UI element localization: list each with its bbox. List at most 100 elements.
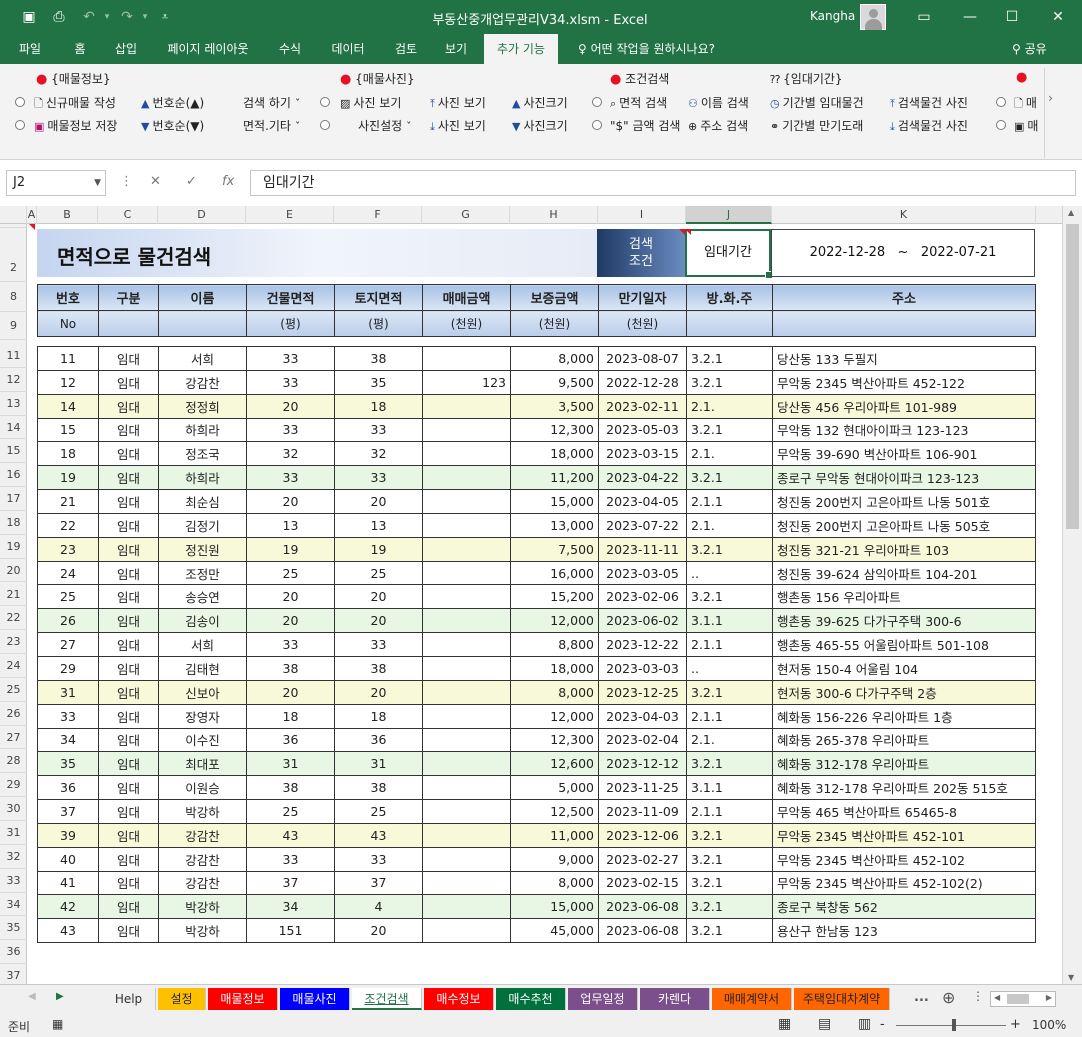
table-cell[interactable]: 2023-11-25 bbox=[598, 775, 687, 801]
name-search-button[interactable]: ⚇ 이름 검색 bbox=[688, 94, 749, 111]
macro-record-icon[interactable]: ▦ bbox=[52, 1017, 63, 1031]
table-cell[interactable]: 38 bbox=[334, 655, 423, 681]
area-search-button[interactable]: ⌕ 면적 검색 bbox=[610, 94, 667, 111]
date-range-cell[interactable]: 2022-12-28 ~ 2022-07-21 bbox=[771, 229, 1035, 277]
table-cell[interactable]: 임대 bbox=[98, 632, 159, 657]
table-cell[interactable]: 박강하 bbox=[158, 799, 247, 824]
table-cell[interactable] bbox=[422, 846, 511, 872]
row-header[interactable]: 13 bbox=[0, 392, 27, 416]
sheet-tab[interactable]: 카렌다 bbox=[640, 988, 710, 1010]
table-cell[interactable]: 2.1. bbox=[686, 727, 773, 753]
table-cell[interactable]: 임대 bbox=[98, 655, 159, 681]
table-cell[interactable]: 청진동 39-624 삼익아파트 104-201 bbox=[772, 560, 1036, 586]
table-cell[interactable] bbox=[422, 751, 511, 777]
table-cell[interactable]: 23 bbox=[37, 536, 99, 562]
table-cell[interactable]: 2022-12-28 bbox=[598, 369, 687, 395]
radio-button[interactable] bbox=[320, 120, 330, 130]
table-cell[interactable] bbox=[422, 584, 511, 610]
search-photo-up-button[interactable]: ⤒ 검색물건 사진 bbox=[890, 94, 968, 111]
table-cell[interactable]: 151 bbox=[246, 918, 335, 944]
table-cell[interactable]: 20 bbox=[246, 608, 335, 634]
table-cell[interactable]: 3.2.1 bbox=[686, 369, 773, 395]
table-cell[interactable]: 18,000 bbox=[510, 655, 599, 681]
table-cell[interactable]: 행촌동 156 우리아파트 bbox=[772, 584, 1036, 610]
row-header[interactable]: 24 bbox=[0, 654, 27, 678]
table-cell[interactable]: 34 bbox=[246, 894, 335, 920]
table-cell[interactable]: 22 bbox=[37, 512, 99, 538]
scroll-right-icon[interactable]: ▶ bbox=[1046, 993, 1052, 1002]
page-layout-view-icon[interactable]: ▤ bbox=[818, 1016, 831, 1032]
table-cell[interactable]: 19 bbox=[246, 536, 335, 562]
table-cell[interactable]: 2023-07-22 bbox=[598, 512, 687, 538]
table-cell[interactable]: 임대 bbox=[98, 870, 159, 896]
table-cell[interactable]: 12,000 bbox=[510, 703, 599, 729]
table-cell[interactable]: 2023-06-08 bbox=[598, 894, 687, 920]
table-cell[interactable]: 임대 bbox=[98, 560, 159, 586]
table-cell[interactable]: 29 bbox=[37, 655, 99, 681]
row-header[interactable]: 32 bbox=[0, 845, 27, 869]
table-cell[interactable]: 25 bbox=[37, 584, 99, 610]
table-cell[interactable]: 혜화동 312-178 우리아파트 202동 515호 bbox=[772, 775, 1036, 801]
row-header[interactable]: 36 bbox=[0, 940, 27, 965]
table-cell[interactable]: 8,000 bbox=[510, 870, 599, 896]
table-cell[interactable]: 2023-08-07 bbox=[598, 346, 687, 371]
table-cell[interactable]: 혜화동 156-226 우리아파트 1층 bbox=[772, 703, 1036, 729]
table-cell[interactable]: 무악동 132 현대아이파크 123-123 bbox=[772, 417, 1036, 443]
row-header[interactable]: 11 bbox=[0, 344, 27, 368]
table-cell[interactable] bbox=[422, 465, 511, 491]
table-cell[interactable]: 임대 bbox=[98, 369, 159, 395]
table-cell[interactable] bbox=[422, 775, 511, 801]
table-cell[interactable]: 3.2.1 bbox=[686, 679, 773, 705]
table-cell[interactable]: 행촌동 39-625 다가구주택 300-6 bbox=[772, 608, 1036, 634]
table-cell[interactable]: 12 bbox=[37, 369, 99, 395]
table-cell[interactable]: 강감찬 bbox=[158, 846, 247, 872]
table-cell[interactable]: 11,000 bbox=[510, 822, 599, 848]
table-cell[interactable]: 2.1.1 bbox=[686, 799, 773, 824]
table-cell[interactable]: 20 bbox=[334, 679, 423, 705]
sheet-tab[interactable]: Help bbox=[102, 988, 156, 1010]
table-cell[interactable]: 장영자 bbox=[158, 703, 247, 729]
table-cell[interactable]: 18 bbox=[246, 703, 335, 729]
radio-button[interactable] bbox=[15, 120, 25, 130]
table-cell[interactable]: 32 bbox=[334, 441, 423, 467]
table-cell[interactable]: 12,500 bbox=[510, 799, 599, 824]
table-cell[interactable]: 임대 bbox=[98, 441, 159, 467]
table-cell[interactable]: 2023-11-09 bbox=[598, 799, 687, 824]
column-header[interactable]: H bbox=[510, 206, 598, 224]
photo-size-up-button[interactable]: ▲ 사진크기 bbox=[512, 94, 568, 111]
table-cell[interactable]: 2023-02-15 bbox=[598, 870, 687, 896]
table-cell[interactable] bbox=[422, 632, 511, 657]
table-cell[interactable]: 김정기 bbox=[158, 512, 247, 538]
table-cell[interactable]: 33 bbox=[246, 369, 335, 395]
table-cell[interactable] bbox=[422, 918, 511, 944]
table-cell[interactable]: 45,000 bbox=[510, 918, 599, 944]
table-cell[interactable]: 15,200 bbox=[510, 584, 599, 610]
search-button[interactable]: 검색 하기 ˇ bbox=[243, 94, 303, 111]
table-cell[interactable]: 최대포 bbox=[158, 751, 247, 777]
table-cell[interactable]: 15,000 bbox=[510, 489, 599, 514]
table-cell[interactable]: 33 bbox=[246, 846, 335, 872]
table-cell[interactable]: 12,300 bbox=[510, 727, 599, 753]
table-cell[interactable]: 2.1. bbox=[686, 441, 773, 467]
clipped-ribbon-button[interactable]: ▣ 매 bbox=[1014, 117, 1038, 134]
table-cell[interactable]: 3.2.1 bbox=[686, 894, 773, 920]
table-cell[interactable]: 14 bbox=[37, 393, 99, 419]
table-cell[interactable]: 38 bbox=[334, 775, 423, 801]
table-cell[interactable]: 임대 bbox=[98, 608, 159, 634]
photo-setting-button[interactable]: 사진설정 ˇ bbox=[358, 117, 415, 134]
table-cell[interactable]: 2.1.1 bbox=[686, 489, 773, 514]
table-cell[interactable]: 2023-03-15 bbox=[598, 441, 687, 467]
table-cell[interactable]: 청진동 200번지 고은아파트 나동 505호 bbox=[772, 512, 1036, 538]
table-cell[interactable]: 7,500 bbox=[510, 536, 599, 562]
table-cell[interactable]: 2023-12-22 bbox=[598, 632, 687, 657]
row-header[interactable]: 8 bbox=[0, 282, 27, 312]
hscroll-thumb[interactable] bbox=[1007, 994, 1029, 1004]
table-cell[interactable]: 용산구 한남동 123 bbox=[772, 918, 1036, 944]
row-header[interactable]: 28 bbox=[0, 749, 27, 774]
table-cell[interactable] bbox=[422, 536, 511, 562]
table-cell[interactable]: 임대 bbox=[98, 846, 159, 872]
table-cell[interactable]: 김태현 bbox=[158, 655, 247, 681]
photo-size-down-button[interactable]: ▼ 사진크기 bbox=[512, 117, 568, 134]
table-cell[interactable]: 11 bbox=[37, 346, 99, 371]
table-cell[interactable]: 혜화동 265-378 우리아파트 bbox=[772, 727, 1036, 753]
